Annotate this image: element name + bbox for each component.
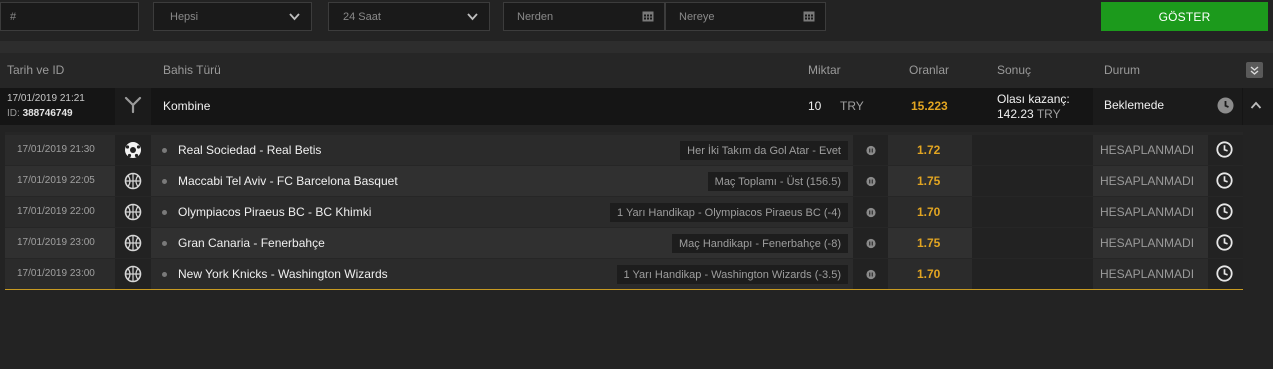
selection-date: 17/01/2019 22:05	[17, 175, 95, 186]
header-status: Durum	[1104, 63, 1141, 77]
bet-type-select[interactable]: Hepsi	[153, 2, 312, 31]
selection-odds: 1.75	[917, 236, 941, 250]
statistics-icon[interactable]	[866, 176, 876, 187]
market-label: 1 Yarı Handikap - Washington Wizards (-3…	[616, 265, 848, 284]
clock-icon	[1216, 172, 1233, 189]
basketball-icon	[124, 172, 142, 190]
header-amount: Miktar	[808, 63, 841, 77]
header-date-id: Tarih ve ID	[7, 63, 65, 77]
show-button[interactable]: GÖSTER	[1101, 2, 1268, 31]
match-name: Maccabi Tel Aviv - FC Barcelona Basquet	[178, 174, 398, 188]
market-label: Maç Toplamı - Üst (156.5)	[707, 172, 848, 191]
date-from-placeholder: Nerden	[517, 10, 554, 23]
hash-search-input[interactable]: #	[0, 2, 139, 31]
selection-date: 17/01/2019 21:30	[17, 144, 95, 155]
date-from-input[interactable]: Nerden	[503, 2, 665, 31]
header-bet-type: Bahis Türü	[163, 63, 221, 77]
bet-amount: 10	[808, 99, 822, 113]
selection-row[interactable]: 17/01/2019 22:00 Olympiacos Piraeus BC - …	[5, 197, 1243, 227]
selection-row[interactable]: 17/01/2019 22:05 Maccabi Tel Aviv - FC Ba…	[5, 166, 1243, 196]
clock-icon	[1216, 141, 1233, 158]
bet-id: ID: 388746749	[7, 108, 73, 119]
header-odds: Oranlar	[909, 63, 950, 77]
clock-icon	[1216, 203, 1233, 220]
bet-currency: TRY	[840, 99, 864, 113]
selection-odds: 1.75	[917, 174, 941, 188]
selection-date: 17/01/2019 23:00	[17, 237, 95, 248]
selection-row[interactable]: 17/01/2019 23:00 Gran Canaria - Fenerbahç…	[5, 228, 1243, 258]
chevron-up-icon[interactable]	[1250, 100, 1262, 110]
basketball-icon	[124, 203, 142, 221]
match-name: Real Sociedad - Real Betis	[178, 143, 322, 157]
clock-icon	[1216, 234, 1233, 251]
selections-bottom-border	[5, 289, 1243, 290]
time-range-select-value: 24 Saat	[343, 10, 381, 23]
market-label: Her İki Takım da Gol Atar - Evet	[680, 141, 848, 160]
selection-status: HESAPLANMADI	[1100, 205, 1195, 219]
potential-win-label: Olası kazanç:	[997, 92, 1070, 106]
selection-status: HESAPLANMADI	[1100, 267, 1195, 281]
time-range-select[interactable]: 24 Saat	[328, 2, 490, 31]
potential-win: 142.23 TRY	[997, 107, 1061, 121]
bet-date: 17/01/2019 21:21	[7, 93, 85, 104]
basketball-icon	[124, 265, 142, 283]
selection-status: HESAPLANMADI	[1100, 236, 1195, 250]
clock-icon	[1216, 265, 1233, 282]
chevron-down-icon	[467, 13, 478, 21]
selection-row[interactable]: 17/01/2019 23:00 New York Knicks - Washin…	[5, 259, 1243, 289]
statistics-icon[interactable]	[866, 207, 876, 218]
bet-status: Beklemede	[1104, 98, 1165, 112]
bullet-dot-icon	[162, 179, 167, 184]
match-name: Gran Canaria - Fenerbahçe	[178, 236, 325, 250]
selection-status: HESAPLANMADI	[1100, 174, 1195, 188]
bullet-dot-icon	[162, 148, 167, 153]
basketball-icon	[124, 234, 142, 252]
selection-date: 17/01/2019 23:00	[17, 268, 95, 279]
bullet-dot-icon	[162, 272, 167, 277]
match-name: New York Knicks - Washington Wizards	[178, 267, 388, 281]
bullet-dot-icon	[162, 210, 167, 215]
soccer-ball-icon	[124, 141, 142, 159]
header-result: Sonuç	[997, 63, 1032, 77]
filter-divider	[0, 41, 1273, 53]
statistics-icon[interactable]	[866, 145, 876, 156]
bullet-dot-icon	[162, 241, 167, 246]
selection-row[interactable]: 17/01/2019 21:30 Real Sociedad - Real Bet…	[5, 135, 1243, 165]
market-label: Maç Handikapı - Fenerbahçe (-8)	[671, 234, 848, 253]
date-to-input[interactable]: Nereye	[665, 2, 826, 31]
selection-odds: 1.72	[917, 143, 941, 157]
statistics-icon[interactable]	[866, 238, 876, 249]
match-name: Olympiacos Piraeus BC - BC Khimki	[178, 205, 372, 219]
double-chevron-down-icon	[1250, 65, 1259, 75]
collapse-all-button[interactable]	[1246, 62, 1263, 78]
clock-icon	[1217, 97, 1234, 114]
calendar-icon	[803, 11, 815, 22]
selection-odds: 1.70	[917, 205, 941, 219]
bet-type-select-value: Hepsi	[170, 10, 199, 23]
bet-type-value: Kombine	[163, 99, 211, 113]
selection-status: HESAPLANMADI	[1100, 143, 1195, 157]
hash-placeholder: #	[10, 10, 17, 23]
date-to-placeholder: Nereye	[679, 10, 715, 23]
chevron-down-icon	[289, 13, 300, 21]
combo-bet-icon	[124, 96, 142, 114]
selection-date: 17/01/2019 22:00	[17, 206, 95, 217]
calendar-icon	[642, 11, 654, 22]
market-label: 1 Yarı Handikap - Olympiacos Piraeus BC …	[610, 203, 848, 222]
statistics-icon[interactable]	[866, 269, 876, 280]
selection-odds: 1.70	[917, 267, 941, 281]
bet-total-odds: 15.223	[911, 99, 948, 113]
